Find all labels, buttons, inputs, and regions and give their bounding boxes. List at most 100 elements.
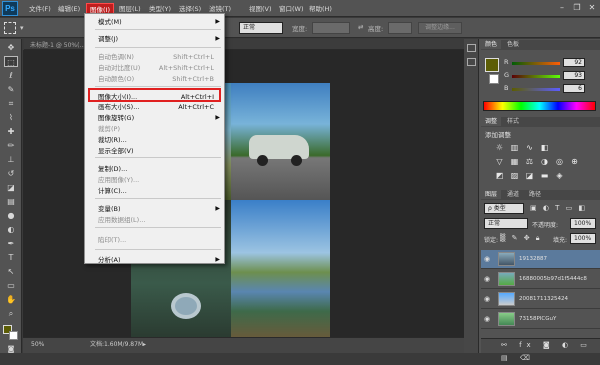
eye-icon[interactable]: ◉ [484,295,490,303]
selective-color-icon[interactable]: ◈ [555,171,564,180]
brush-tool-icon[interactable]: ✏ [4,140,18,151]
black-white-icon[interactable]: ◑ [540,157,549,166]
tab-styles[interactable]: 样式 [503,117,523,126]
color-spectrum-bar[interactable] [483,101,596,111]
properties-panel-icon[interactable] [467,58,476,66]
menu-item[interactable]: 图像旋转(G) ▶ [85,113,224,123]
restore-button[interactable]: ❐ [571,2,583,14]
exposure-icon[interactable]: ◧ [540,143,549,152]
tab-layers[interactable]: 图层 [481,190,502,199]
layer-name[interactable]: 20081711325424 [519,296,568,302]
blur-tool-icon[interactable]: ● [4,210,18,221]
zoom-level[interactable]: 50% [31,338,44,352]
tab-adjustments[interactable]: 调整 [481,117,502,126]
marquee-tool-icon[interactable]: ⬚ [4,56,18,67]
color-balance-icon[interactable]: ⚖ [525,157,534,166]
posterize-icon[interactable]: ▨ [510,171,519,180]
refine-edge-button[interactable]: 调整边缘... [418,22,462,34]
hue-saturation-icon[interactable]: ▦ [510,157,519,166]
eye-icon[interactable]: ◉ [484,255,490,263]
menu-item[interactable]: 显示全部(V) [85,146,224,156]
layer-row[interactable]: ◉ 20081711325424 [481,290,600,309]
red-slider[interactable] [512,62,560,65]
menu-item[interactable]: 调整(J) ▶ [85,34,224,44]
brightness-contrast-icon[interactable]: ☼ [495,143,504,152]
type-tool-icon[interactable]: T [4,252,18,263]
layer-row[interactable]: ◉ 73158PICGuY [481,310,600,329]
photo-filter-icon[interactable]: ◎ [555,157,564,166]
tab-color[interactable]: 颜色 [481,40,502,49]
menu-item[interactable]: 裁切(R)... [85,135,224,145]
history-brush-tool-icon[interactable]: ↺ [4,168,18,179]
tab-channels[interactable]: 通道 [503,190,523,199]
info-arrow-icon[interactable]: ▸ [143,338,146,352]
layers-footer-buttons[interactable]: ⚯ fx ◙ ◐ ▭ ▤ ⌫ [481,338,600,362]
opacity-input[interactable]: 100% [570,218,596,229]
width-input[interactable] [312,22,350,34]
foreground-color-chip[interactable] [485,58,499,72]
lasso-tool-icon[interactable]: ℓ [4,70,18,81]
style-select[interactable]: 正常 [239,22,283,34]
quick-select-tool-icon[interactable]: ✎ [4,84,18,95]
healing-brush-tool-icon[interactable]: ✚ [4,126,18,137]
layer-row[interactable]: ◉ 16880005b97d1f5444c8 [481,270,600,289]
menu-item[interactable]: 模式(M) ▶ [85,17,224,27]
marquee-options-icon[interactable] [4,22,16,34]
crop-tool-icon[interactable]: ⌗ [4,98,18,109]
levels-icon[interactable]: ▥ [510,143,519,152]
invert-icon[interactable]: ◩ [495,171,504,180]
menu-item[interactable]: 画布大小(S)... Alt+Ctrl+C [85,102,224,112]
filter-icons[interactable]: ▣ ◐ T ▭ ◧ [530,204,587,212]
layer-row-selected[interactable]: ◉ 19132887 [481,250,600,269]
blend-mode-select[interactable]: 正常 [484,218,528,229]
green-value[interactable]: 93 [563,71,585,80]
gradient-map-icon[interactable]: ▬ [540,171,549,180]
vibrance-icon[interactable]: ▽ [495,157,504,166]
eye-icon[interactable]: ◉ [484,315,490,323]
dodge-tool-icon[interactable]: ◐ [4,224,18,235]
red-value[interactable]: 92 [563,58,585,67]
channel-mixer-icon[interactable]: ⊕ [570,157,579,166]
eye-icon[interactable]: ◉ [484,275,490,283]
green-slider[interactable] [512,75,560,78]
hand-tool-icon[interactable]: ✋ [4,294,18,305]
layer-name[interactable]: 73158PICGuY [519,316,556,322]
threshold-icon[interactable]: ◪ [525,171,534,180]
curves-icon[interactable]: ∿ [525,143,534,152]
clone-stamp-tool-icon[interactable]: ⊥ [4,154,18,165]
blue-value[interactable]: 6 [563,84,585,93]
path-selection-tool-icon[interactable]: ↖ [4,266,18,277]
move-tool-icon[interactable]: ✥ [4,42,18,53]
quick-mask-icon[interactable]: ◙ [4,345,18,353]
minimize-button[interactable]: – [556,2,568,14]
menu-item[interactable]: 分析(A) ▶ [85,255,224,265]
zoom-tool-icon[interactable]: ⌕ [4,308,18,319]
fill-input[interactable]: 100% [570,233,596,244]
pen-tool-icon[interactable]: ✒ [4,238,18,249]
tab-swatches[interactable]: 色板 [503,40,523,49]
chevron-down-icon[interactable]: ▾ [20,24,24,32]
lock-icons[interactable]: ▒ ✎ ✥ 🔒︎ [500,234,542,243]
gradient-tool-icon[interactable]: ▤ [4,196,18,207]
menu-item[interactable]: 变量(B) ▶ [85,204,224,214]
menu-item[interactable]: 复制(D)... [85,164,224,174]
menu-view[interactable]: 视图(V) [246,3,275,15]
layer-filter-select[interactable]: ρ 类型 [484,203,524,214]
menu-help[interactable]: 帮助(H) [306,3,335,15]
background-color-chip[interactable] [489,74,499,84]
menu-window[interactable]: 窗口(W) [276,3,307,15]
layer-name[interactable]: 16880005b97d1f5444c8 [519,276,587,282]
shape-tool-icon[interactable]: ▭ [4,280,18,291]
blue-slider[interactable] [512,88,560,91]
menu-file[interactable]: 文件(F) [26,3,54,15]
eyedropper-tool-icon[interactable]: ⌇ [4,112,18,123]
eraser-tool-icon[interactable]: ◪ [4,182,18,193]
height-input[interactable] [388,22,412,34]
background-color-swatch[interactable] [9,331,18,340]
tab-paths[interactable]: 路径 [525,190,545,199]
layer-name[interactable]: 19132887 [519,256,547,262]
menu-item[interactable]: 计算(C)... [85,186,224,196]
swap-icon[interactable]: ⇄ [358,23,363,31]
close-button[interactable]: ✕ [586,2,598,14]
menu-edit[interactable]: 编辑(E) [55,3,83,15]
